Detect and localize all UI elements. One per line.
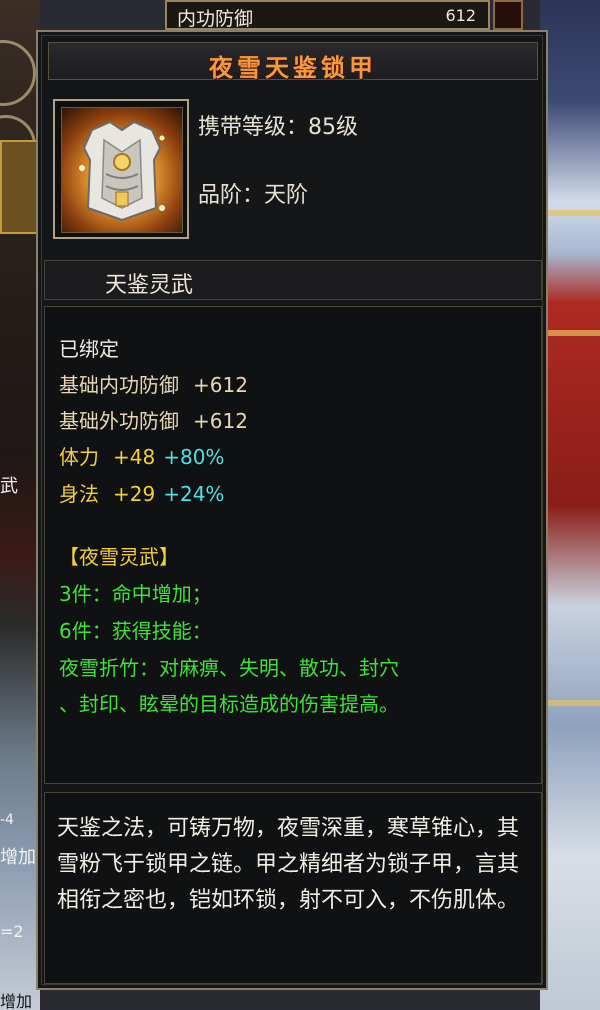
- set-effect: 、封印、眩晕的目标造成的伤害提高。: [59, 692, 399, 716]
- stat-value: +612: [193, 409, 248, 433]
- item-tooltip: 夜雪天鉴锁甲 携带等级：85级 品阶：天阶 天鉴灵武 已绑定 基础内功防御 +61…: [36, 30, 548, 990]
- title-bar: 夜雪天鉴锁甲: [48, 42, 538, 82]
- stats-panel: 已绑定 基础内功防御 +612 基础外功防御 +612 体力 +48 +80% 身法 +2…: [44, 306, 542, 784]
- description-panel: 天鉴之法，可铸万物，夜雪深重，寒草锥心，其雪粉飞于锁甲之链。甲之精细者为锁子甲，…: [44, 792, 542, 984]
- extra-stat-row: 身法 +29 +24%: [59, 478, 224, 507]
- side-text: 增加1: [0, 992, 33, 1010]
- inventory-slot[interactable]: [0, 140, 40, 234]
- set-effect: 6件：获得技能：: [59, 619, 212, 643]
- stat-value: 612: [445, 6, 476, 25]
- stat-bonus: +24%: [163, 482, 225, 506]
- item-icon-frame: [53, 99, 189, 239]
- panel-edge: [493, 0, 523, 30]
- set-label-bar: 天鉴灵武: [44, 260, 542, 300]
- armor-chestplate-icon: [79, 120, 165, 222]
- item-title: 夜雪天鉴锁甲: [209, 53, 377, 82]
- item-grade: 品阶：天阶: [198, 183, 309, 208]
- stat-label: 内功防御: [177, 8, 254, 30]
- carry-level: 携带等级：85级: [198, 115, 358, 140]
- set-effect: 3件：命中增加；: [59, 582, 212, 606]
- stat-name: 身法: [59, 482, 99, 506]
- base-stat-row: 基础外功防御 +612: [59, 405, 248, 434]
- left-hud-panel: 武 -4 增加 =2 增加1: [0, 0, 40, 1010]
- base-stat-row: 基础内功防御 +612: [59, 369, 248, 398]
- bound-status: 已绑定: [59, 337, 119, 361]
- right-scene: [540, 0, 600, 1010]
- stat-name: 体力: [59, 445, 99, 469]
- side-text: 增加: [0, 847, 36, 868]
- stat-value: +29: [113, 482, 156, 506]
- extra-stat-row: 体力 +48 +80%: [59, 441, 224, 470]
- stat-value: +612: [193, 373, 248, 397]
- stat-name: 基础内功防御: [59, 373, 179, 397]
- item-description: 天鉴之法，可铸万物，夜雪深重，寒草锥心，其雪粉飞于锁甲之链。甲之精细者为锁子甲，…: [57, 816, 520, 913]
- stat-row-behind: 内功防御 612: [165, 0, 490, 30]
- side-text: 武: [0, 476, 18, 497]
- stat-bonus: +80%: [163, 445, 225, 469]
- set-label: 天鉴灵武: [105, 273, 194, 298]
- set-title: 【夜雪灵武】: [59, 545, 179, 569]
- stat-value: +48: [113, 445, 156, 469]
- stat-name: 基础外功防御: [59, 409, 179, 433]
- side-text: =2: [0, 922, 24, 941]
- side-text: -4: [0, 812, 14, 828]
- set-effect: 夜雪折竹：对麻痹、失明、散功、封穴: [59, 656, 399, 680]
- ring-decoration: [0, 40, 36, 106]
